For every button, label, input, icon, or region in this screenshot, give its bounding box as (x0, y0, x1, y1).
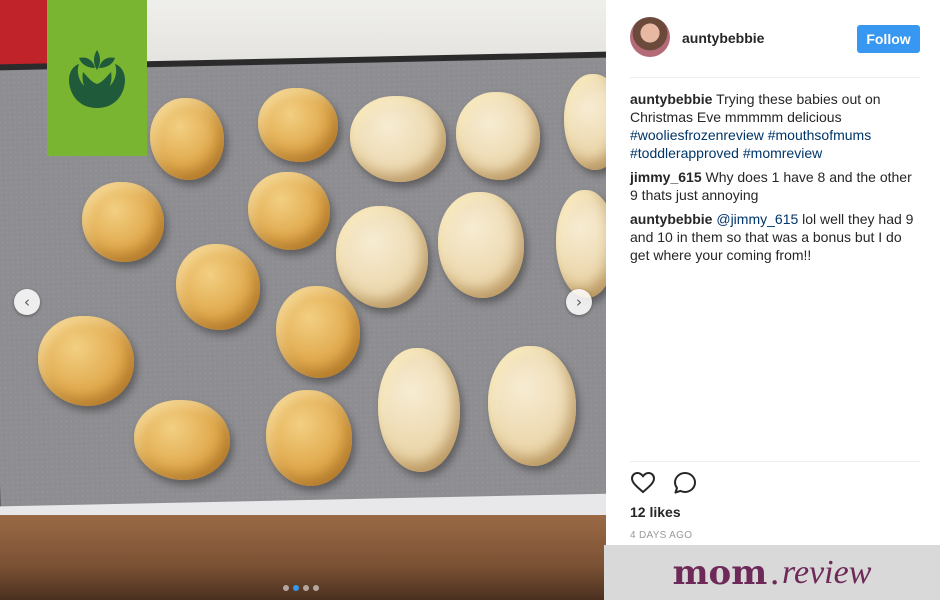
photo-nugget (266, 390, 352, 486)
photo-nugget (336, 206, 428, 308)
photo-nugget (438, 192, 524, 298)
follow-button[interactable]: Follow (857, 25, 920, 53)
mention-link[interactable]: @jimmy_615 (716, 211, 798, 227)
woolworths-logo (47, 0, 147, 156)
photo-nugget (258, 88, 338, 162)
header-divider (630, 77, 920, 78)
post-side-panel: auntybebbie Follow auntybebbie Trying th… (606, 0, 940, 600)
carousel-dot (283, 585, 289, 591)
comment-username[interactable]: auntybebbie (630, 211, 712, 227)
photo-nugget (82, 182, 164, 262)
chevron-left-icon: ‹ (24, 293, 30, 311)
photo-nugget (150, 98, 224, 180)
comment-username[interactable]: jimmy_615 (630, 169, 702, 185)
brand-dot: . (769, 552, 781, 593)
photo-nugget (276, 286, 360, 378)
comment-item: auntybebbie Trying these babies out on C… (630, 90, 920, 162)
photo-nugget (456, 92, 540, 180)
carousel-dot-active (293, 585, 299, 591)
hashtag-link[interactable]: #momreview (743, 145, 822, 161)
photo-nugget (248, 172, 330, 250)
actions-divider (630, 461, 920, 462)
momreview-banner: mom . review (604, 545, 940, 600)
heart-icon[interactable] (630, 470, 656, 496)
hashtag-link[interactable]: #wooliesfrozenreview (630, 127, 764, 143)
photo-nugget (488, 346, 576, 466)
comment-item: auntybebbie @jimmy_615 lol well they had… (630, 210, 920, 264)
comment-item: jimmy_615 Why does 1 have 8 and the othe… (630, 168, 920, 204)
brand-review: review (782, 553, 872, 591)
hashtag-link[interactable]: #toddlerapproved (630, 145, 739, 161)
comment-username[interactable]: auntybebbie (630, 91, 712, 107)
photo-nugget (38, 316, 134, 406)
hashtag-link[interactable]: #mouthsofmums (768, 127, 871, 143)
post-username[interactable]: auntybebbie (682, 30, 764, 46)
carousel-dot (313, 585, 319, 591)
carousel-indicator (283, 585, 319, 591)
carousel-next-button[interactable]: › (566, 289, 592, 315)
post-header: auntybebbie Follow (606, 0, 940, 78)
chevron-right-icon: › (576, 293, 582, 311)
avatar[interactable] (630, 17, 670, 57)
carousel-prev-button[interactable]: ‹ (14, 289, 40, 315)
woolworths-logo-icon (69, 50, 125, 108)
comment-icon[interactable] (672, 470, 698, 496)
photo-nugget (176, 244, 260, 330)
comment-list: auntybebbie Trying these babies out on C… (630, 90, 920, 270)
photo-nugget (378, 348, 460, 472)
post-photo[interactable]: ‹ › (0, 0, 606, 600)
photo-nugget (350, 96, 446, 182)
post-actions (630, 470, 698, 496)
brand-mom: mom (672, 552, 768, 593)
post-timestamp[interactable]: 4 DAYS AGO (630, 530, 692, 541)
carousel-dot (303, 585, 309, 591)
like-count[interactable]: 12 likes (630, 504, 681, 520)
photo-nugget (134, 400, 230, 480)
